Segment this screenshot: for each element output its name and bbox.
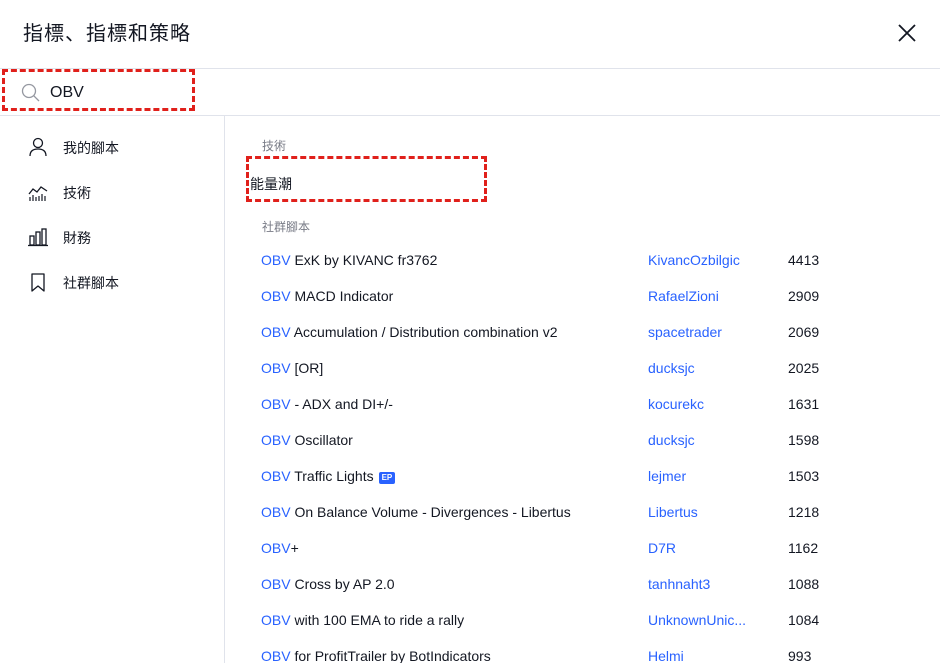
script-row[interactable]: OBV Cross by AP 2.0 tanhnaht3 1088 — [225, 567, 940, 603]
sidebar-item-label: 我的腳本 — [63, 140, 119, 156]
script-row[interactable]: OBV Oscillator ducksjc 1598 — [225, 423, 940, 459]
dialog-header: 指標、指標和策略 — [0, 0, 940, 69]
script-title: Traffic Lights — [290, 468, 374, 484]
script-name: OBV Traffic Lights EP — [261, 468, 396, 484]
script-name: OBV Accumulation / Distribution combinat… — [261, 324, 558, 340]
section-header-technical: 技術 — [262, 139, 287, 153]
user-icon — [29, 137, 47, 157]
script-likes-count: 1084 — [788, 612, 820, 628]
script-likes-count: 2909 — [788, 288, 820, 304]
script-likes-count: 1218 — [788, 504, 820, 520]
script-author-link[interactable]: ducksjc — [648, 432, 695, 448]
script-title: [OR] — [290, 360, 324, 376]
sidebar-item-community-scripts[interactable]: 社群腳本 — [0, 264, 224, 300]
search-keyword: OBV — [261, 504, 291, 520]
search-icon — [21, 83, 40, 102]
script-likes-count: 1598 — [788, 432, 820, 448]
search-keyword: OBV — [261, 468, 291, 484]
script-title: On Balance Volume - Divergences - Libert… — [290, 504, 571, 520]
script-author-link[interactable]: lejmer — [648, 468, 686, 484]
script-row[interactable]: OBV Traffic Lights EP lejmer 1503 — [225, 459, 940, 495]
script-name: OBV with 100 EMA to ride a rally — [261, 612, 464, 628]
script-name: OBV for ProfitTrailer by BotIndicators — [261, 648, 491, 663]
script-likes-count: 1162 — [788, 540, 819, 556]
script-row[interactable]: OBV MACD Indicator RafaelZioni 2909 — [225, 279, 940, 315]
script-row[interactable]: OBV [OR] ducksjc 2025 — [225, 351, 940, 387]
script-title: Oscillator — [290, 432, 353, 448]
script-author-link[interactable]: D7R — [648, 540, 676, 556]
script-row[interactable]: OBV On Balance Volume - Divergences - Li… — [225, 495, 940, 531]
close-icon[interactable] — [894, 20, 920, 46]
script-row[interactable]: OBV with 100 EMA to ride a rally Unknown… — [225, 603, 940, 639]
dialog-title: 指標、指標和策略 — [23, 23, 191, 45]
script-author-link[interactable]: KivancOzbilgic — [648, 252, 740, 268]
sidebar-item-label: 技術 — [63, 185, 91, 201]
search-keyword: OBV — [261, 648, 291, 663]
script-title: Accumulation / Distribution combination … — [290, 324, 558, 340]
sidebar-item-label: 社群腳本 — [63, 275, 119, 291]
script-title: + — [290, 540, 299, 556]
script-name: OBV Oscillator — [261, 432, 353, 448]
script-name: OBV+ — [261, 540, 299, 556]
script-title: MACD Indicator — [290, 288, 394, 304]
script-row[interactable]: OBV Accumulation / Distribution combinat… — [225, 315, 940, 351]
search-keyword: OBV — [261, 252, 291, 268]
script-author-link[interactable]: kocurekc — [648, 396, 704, 412]
script-author-link[interactable]: RafaelZioni — [648, 288, 719, 304]
script-name: OBV Cross by AP 2.0 — [261, 576, 395, 592]
section-header-community: 社群腳本 — [262, 220, 311, 234]
script-name: OBV On Balance Volume - Divergences - Li… — [261, 504, 571, 520]
category-sidebar: 我的腳本 技術 財務 社群腳本 — [0, 116, 225, 663]
search-keyword: OBV — [261, 576, 291, 592]
script-name: OBV - ADX and DI+/- — [261, 396, 393, 412]
script-likes-count: 1631 — [788, 396, 820, 412]
script-row[interactable]: OBV+ D7R 1162 — [225, 531, 940, 567]
script-row[interactable]: OBV for ProfitTrailer by BotIndicators H… — [225, 639, 940, 663]
script-row[interactable]: OBV - ADX and DI+/- kocurekc 1631 — [225, 387, 940, 423]
search-keyword: OBV — [261, 360, 291, 376]
bar-chart-icon — [28, 228, 48, 247]
script-title: for ProfitTrailer by BotIndicators — [290, 648, 491, 663]
script-name: OBV MACD Indicator — [261, 288, 393, 304]
search-keyword: OBV — [261, 612, 291, 628]
technical-result-item[interactable]: 能量潮 — [250, 170, 480, 196]
sidebar-item-financials[interactable]: 財務 — [0, 219, 224, 255]
script-likes-count: 1503 — [788, 468, 820, 484]
script-title: - ADX and DI+/- — [290, 396, 393, 412]
script-author-link[interactable]: ducksjc — [648, 360, 695, 376]
script-title: Cross by AP 2.0 — [290, 576, 395, 592]
script-likes-count: 993 — [788, 648, 812, 663]
script-likes-count: 2069 — [788, 324, 820, 340]
script-author-link[interactable]: Libertus — [648, 504, 698, 520]
technical-result-label: 能量潮 — [250, 176, 292, 192]
sidebar-item-label: 財務 — [63, 230, 91, 246]
script-likes-count: 1088 — [788, 576, 820, 592]
chart-icon — [28, 186, 48, 201]
search-keyword: OBV — [261, 324, 291, 340]
script-author-link[interactable]: tanhnaht3 — [648, 576, 710, 592]
sidebar-item-technical[interactable]: 技術 — [0, 174, 224, 210]
search-keyword: OBV — [261, 396, 291, 412]
script-name: OBV [OR] — [261, 360, 323, 376]
search-keyword: OBV — [261, 288, 291, 304]
script-title: ExK by KIVANC fr3762 — [290, 252, 438, 268]
sidebar-item-my-scripts[interactable]: 我的腳本 — [0, 129, 224, 165]
script-likes-count: 2025 — [788, 360, 820, 376]
script-row[interactable]: OBV ExK by KIVANC fr3762 KivancOzbilgic … — [225, 243, 940, 279]
search-keyword: OBV — [261, 540, 291, 556]
search-input[interactable] — [50, 80, 350, 106]
script-author-link[interactable]: UnknownUnic... — [648, 612, 746, 628]
script-name: OBV ExK by KIVANC fr3762 — [261, 252, 437, 268]
script-author-link[interactable]: Helmi — [648, 648, 684, 663]
script-title: with 100 EMA to ride a rally — [290, 612, 465, 628]
script-author-link[interactable]: spacetrader — [648, 324, 722, 340]
search-keyword: OBV — [261, 432, 291, 448]
ep-badge: EP — [378, 472, 396, 484]
script-likes-count: 4413 — [788, 252, 820, 268]
bookmark-icon — [31, 273, 45, 292]
